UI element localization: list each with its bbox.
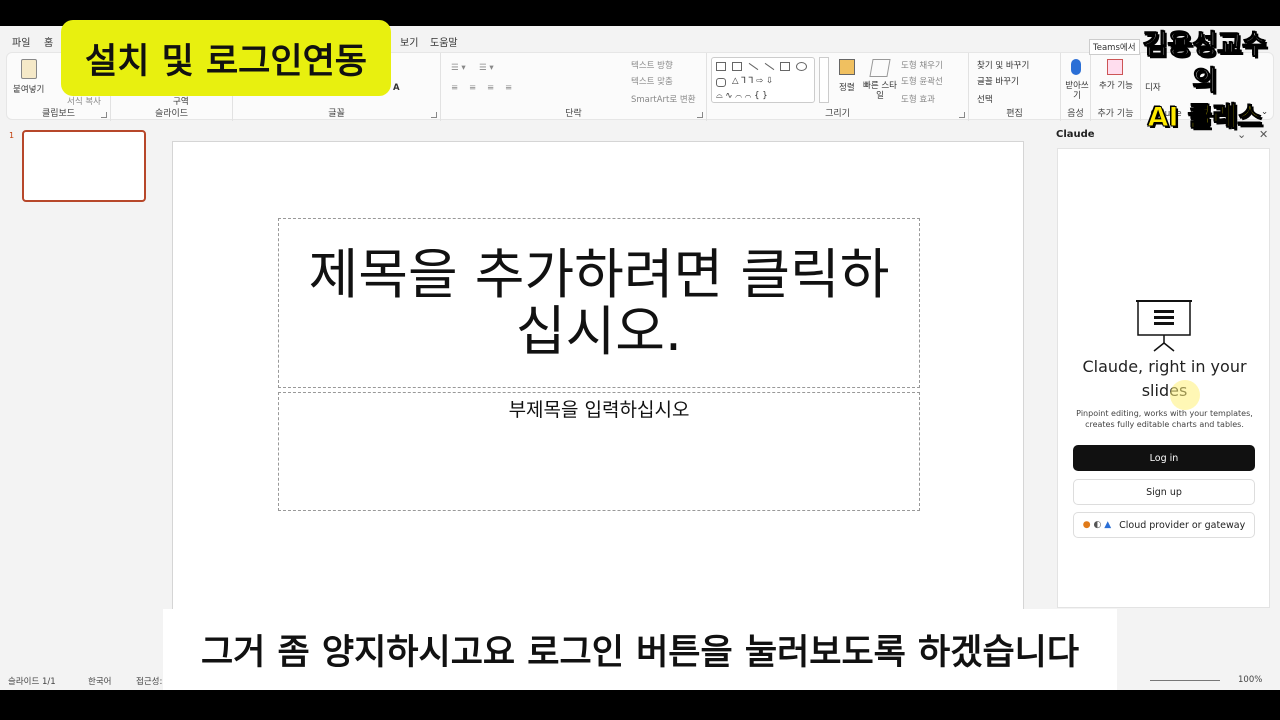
tab-view[interactable]: 보기	[400, 34, 418, 49]
cloud-provider-label: Cloud provider or gateway	[1119, 519, 1246, 531]
paste-button[interactable]: 붙여넣기	[13, 83, 44, 95]
slide-count: 슬라이드 1/1	[8, 677, 56, 687]
align-left-icon[interactable]: ≡	[451, 83, 458, 93]
zoom-level[interactable]: 100%	[1238, 675, 1262, 685]
claude-pane-title: Claude	[1056, 129, 1095, 140]
find-button[interactable]: 찾기 및 바꾸기	[977, 59, 1029, 71]
arrange-button[interactable]: 정렬	[839, 81, 855, 93]
dictate-button[interactable]: 받아쓰기	[1063, 81, 1091, 101]
textbox-shape-icon[interactable]	[716, 62, 726, 71]
slides-group-label: 슬라이드	[154, 109, 189, 119]
claude-pane-heading: Claude, right in your slides	[1082, 357, 1247, 400]
claude-pane-description: Pinpoint editing, works with your templa…	[1076, 409, 1253, 429]
numbering-icon[interactable]: ☰ ▾	[479, 63, 494, 73]
subtitle-placeholder[interactable]: 부제목을 입력하십시오	[278, 392, 920, 511]
microphone-icon[interactable]	[1071, 59, 1081, 75]
brand-line-2: AI 클래스	[1147, 102, 1263, 134]
channel-brand: 김용성교수의 AI 클래스	[1136, 28, 1274, 136]
signup-button[interactable]: Sign up	[1073, 479, 1255, 505]
quick-styles-button[interactable]: 빠른 스타일	[863, 81, 897, 101]
vertical-textbox-shape-icon[interactable]	[732, 62, 742, 71]
cloud-provider-button[interactable]: ● ◐ ▲ Cloud provider or gateway	[1073, 512, 1255, 538]
paste-icon[interactable]	[21, 59, 37, 79]
title-placeholder[interactable]: 제목을 추가하려면 클릭하십시오.	[278, 218, 920, 388]
editing-group: 찾기 및 바꾸기 글꼴 바꾸기 선택 편집	[969, 53, 1061, 121]
drawing-launcher-icon[interactable]	[959, 112, 965, 118]
triangle-shape-icon[interactable]: △ ⅂ ⅂ ⇨ ⇩	[732, 76, 773, 86]
font-color-button[interactable]: A	[393, 83, 400, 93]
paragraph-group: ☰ ▾ ☰ ▾ ≡ ≡ ≡ ≡ 텍스트 방향 텍스트 맞춤 SmartArt로 …	[441, 53, 707, 121]
clipboard-group-label: 클립보드	[41, 109, 76, 119]
cloud-provider-icons: ● ◐ ▲	[1082, 520, 1112, 530]
arrow-shape-icon[interactable]	[764, 62, 775, 71]
video-bottom-bar	[0, 690, 1280, 720]
quick-styles-icon[interactable]	[869, 59, 891, 77]
shape-fill-button[interactable]: 도형 채우기	[901, 59, 943, 71]
shape-outline-button[interactable]: 도형 윤곽선	[901, 75, 943, 87]
line-shape-icon[interactable]	[748, 62, 759, 71]
align-right-icon[interactable]: ≡	[487, 83, 494, 93]
addins-group: 추가 기능 추가 기능	[1091, 53, 1141, 121]
shapes-gallery[interactable]: △ ⅂ ⅂ ⇨ ⇩ ⌓ ∿ ⌒ ⌒ { }	[711, 57, 815, 103]
addins-group-label: 추가 기능	[1097, 109, 1134, 119]
teams-share-button[interactable]: Teams에서	[1089, 39, 1140, 55]
zoom-slider[interactable]	[1150, 680, 1220, 681]
powerpoint-window: 파일 홈 보기 도움말 붙여넣기 서식 복사 클립보드 구역 슬라이드 A 글꼴…	[0, 26, 1280, 690]
addins-button[interactable]: 추가 기능	[1095, 81, 1137, 91]
select-button[interactable]: 선택	[977, 93, 993, 105]
voice-group: 받아쓰기 음성	[1061, 53, 1091, 121]
slide-number: 1	[9, 131, 15, 140]
language-indicator[interactable]: 한국어	[88, 675, 111, 687]
voice-group-label: 음성	[1067, 109, 1084, 119]
text-direction-button[interactable]: 텍스트 방향	[631, 59, 673, 71]
paragraph-launcher-icon[interactable]	[697, 112, 703, 118]
smartart-button[interactable]: SmartArt로 변환	[631, 93, 696, 105]
title-badge: 설치 및 로그인연동	[61, 20, 391, 96]
align-center-icon[interactable]: ≡	[469, 83, 476, 93]
slide-canvas: 제목을 추가하려면 클릭하십시오. 부제목을 입력하십시오	[172, 141, 1024, 616]
freeform-shape-icon[interactable]: ⌓ ∿ ⌒ ⌒ { }	[716, 91, 768, 101]
clipboard-launcher-icon[interactable]	[101, 112, 107, 118]
presentation-board-icon	[1136, 300, 1192, 352]
cursor-highlight	[1170, 380, 1200, 410]
paragraph-group-label: 단락	[565, 109, 582, 119]
tab-home[interactable]: 홈	[44, 34, 53, 49]
shape-effects-button[interactable]: 도형 효과	[901, 93, 935, 105]
rectangle-shape-icon[interactable]	[780, 62, 790, 71]
claude-pane: Claude, right in your slides Pinpoint ed…	[1057, 148, 1270, 608]
brand-line-1: 김용성교수의	[1142, 30, 1268, 98]
oval-shape-icon[interactable]	[796, 62, 807, 71]
subtitle-caption: 그거 좀 양지하시고요 로그인 버튼을 눌러보도록 하겠습니다	[163, 609, 1117, 690]
justify-icon[interactable]: ≡	[505, 83, 512, 93]
replace-button[interactable]: 글꼴 바꾸기	[977, 75, 1019, 87]
login-button[interactable]: Log in	[1073, 445, 1255, 471]
drawing-group-label: 그리기	[825, 109, 850, 119]
addins-icon[interactable]	[1107, 59, 1123, 75]
font-launcher-icon[interactable]	[431, 112, 437, 118]
gallery-more-icon[interactable]	[819, 57, 829, 103]
slide-thumbnail[interactable]	[22, 130, 146, 202]
rounded-rect-shape-icon[interactable]	[716, 78, 726, 87]
tab-file[interactable]: 파일	[12, 34, 30, 49]
arrange-icon[interactable]	[839, 59, 855, 75]
tab-help[interactable]: 도움말	[430, 34, 458, 49]
drawing-group: △ ⅂ ⅂ ⇨ ⇩ ⌓ ∿ ⌒ ⌒ { } 정렬 빠른 스타일 도형 채우기 도…	[707, 53, 969, 121]
editing-group-label: 편집	[1006, 109, 1023, 119]
bullets-icon[interactable]: ☰ ▾	[451, 63, 466, 73]
align-text-button[interactable]: 텍스트 맞춤	[631, 75, 673, 87]
font-group-label: 글꼴	[328, 109, 345, 119]
